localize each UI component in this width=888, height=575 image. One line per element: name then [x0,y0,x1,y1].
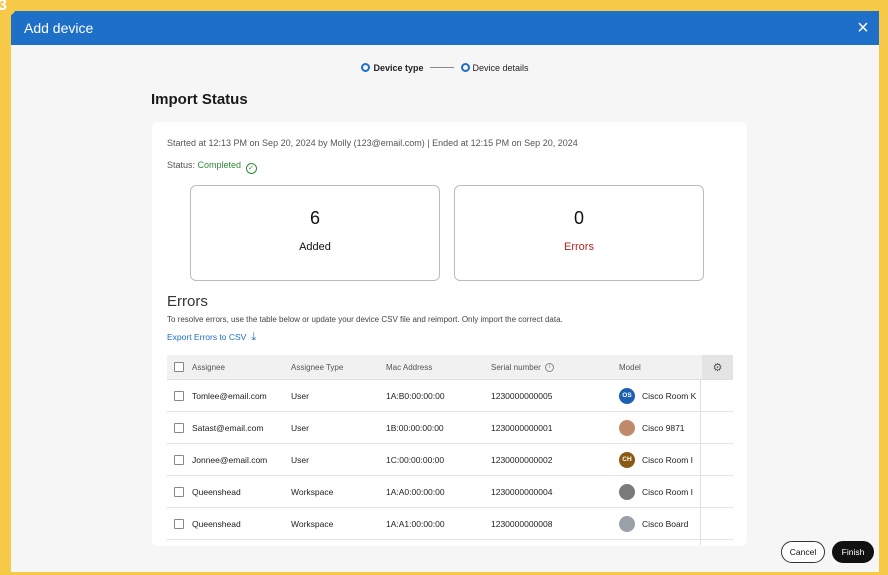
gear-icon[interactable]: ⚙ [702,355,733,379]
cell-model: Cisco Room I [619,476,702,507]
header-assignee-type[interactable]: Assignee Type [291,355,381,379]
table-row[interactable]: Jonnee@email.com User 1C:00:00:00:00 123000… [167,444,733,476]
step-dot-icon [361,63,371,72]
row-checkbox-cell [174,380,184,411]
header-assignee[interactable]: Assignee [192,355,292,379]
errors-count: 0 [573,208,584,228]
close-icon[interactable]: × [853,18,873,38]
cell-assignee-type: User [291,390,309,401]
cell-model: Cisco 9871 [619,412,702,443]
finish-button[interactable]: Finish [832,541,874,563]
cell-assignee: Queenshead [192,518,241,529]
cell-assignee-type: Workspace [291,518,334,529]
step-connector [430,67,454,68]
cell-mac-address: 1B:00:00:00:00 [386,422,444,433]
step-device-type: Device type [373,63,424,73]
cell-serial-number: 1230000000002 [491,454,553,465]
device-avatar [619,419,635,436]
add-device-dialog: Add device × Device type Device details … [11,11,879,572]
cell-assignee-type: Workspace [291,486,334,497]
cell-mac-address: 1C:00:00:00:00 [386,454,445,465]
cell-assignee: Satast@email.com [192,422,264,433]
device-avatar [619,483,635,500]
cell-mac-address: 1A:B0:00:00:00 [386,390,445,401]
table-row[interactable]: Satast@email.com User 1B:00:00:00:00 123000… [167,412,733,444]
check-circle-icon: ✓ [245,163,257,174]
added-stat-card: 6 Added [190,185,440,281]
cell-serial-number: 1230000000001 [491,422,553,433]
cancel-button[interactable]: Cancel [781,541,825,563]
cell-assignee: Queenshead [192,486,241,497]
added-label: Added [299,241,331,253]
device-avatar: CH [619,451,635,468]
header-model[interactable]: Model [619,355,702,379]
cell-model-label: Cisco Board [642,518,689,529]
errors-heading: Errors [167,293,208,310]
cell-mac-address: 1A:A1:00:00:00 [386,518,445,529]
cell-assignee-type: User [291,422,309,433]
cell-model-label: Cisco 9871 [642,422,685,433]
cell-model-label: Cisco Room I [642,486,694,497]
table-row[interactable]: Tomlee@email.com User 1A:B0:00:00:00 123000… [167,380,733,412]
info-icon: i [544,362,554,372]
export-errors-label: Export Errors to CSV [167,332,247,342]
cell-model: Cisco Board [619,508,702,539]
import-meta: Started at 12:13 PM on Sep 20, 2024 by M… [167,138,578,148]
stepper: Device type Device details [11,63,879,73]
status-label: Status: [167,160,196,170]
import-status: Status: Completed ✓ [167,160,257,174]
errors-label: Errors [564,241,594,253]
cell-model-label: Cisco Room I [642,454,694,465]
errors-description: To resolve errors, use the table below o… [167,315,563,324]
cell-mac-address: 1A:A0:00:00:00 [386,486,445,497]
cell-assignee: Tomlee@email.com [192,390,267,401]
row-checkbox-cell [174,444,184,475]
cell-model: CH Cisco Room I [619,444,702,475]
device-avatar: OS [619,387,635,404]
row-checkbox[interactable] [174,486,184,497]
cell-assignee: Jonnee@email.com [192,454,268,465]
import-status-card: Started at 12:13 PM on Sep 20, 2024 by M… [152,122,747,546]
table-row[interactable]: Queenshead Workspace 1A:A1:00:00:00 1230000… [167,508,733,540]
row-checkbox[interactable] [174,518,184,529]
row-checkbox-cell [174,476,184,507]
row-checkbox[interactable] [174,422,184,433]
step-dot-icon [460,63,470,72]
devices-table: Assignee Assignee Type Mac Address Seria… [167,355,733,545]
page-title: Import Status [151,91,248,108]
cell-serial-number: 1230000000004 [491,486,553,497]
cell-assignee-type: User [291,454,309,465]
dialog-titlebar: Add device × [11,11,879,45]
row-checkbox[interactable] [174,390,184,401]
status-value: Completed [197,160,242,170]
export-errors-link[interactable]: Export Errors to CSV ⤓ [167,331,256,344]
cell-serial-number: 1230000000008 [491,518,553,529]
select-all-cell [174,355,184,379]
row-checkbox[interactable] [174,454,184,465]
cell-model-label: Cisco Room K [642,390,697,401]
row-checkbox-cell [174,412,184,443]
table-header: Assignee Assignee Type Mac Address Seria… [167,355,733,380]
table-row[interactable]: Queenshead Workspace 1A:A0:00:00:00 1230000… [167,476,733,508]
device-avatar [619,515,635,532]
header-serial-number[interactable]: Serial number i [491,355,611,379]
download-icon: ⤓ [251,331,257,343]
step-device-details: Device details [472,63,529,73]
select-all-checkbox[interactable] [174,362,184,372]
cell-model: OS Cisco Room K [619,380,702,411]
added-count: 6 [309,208,320,228]
cell-serial-number: 1230000000005 [491,390,553,401]
header-mac-address[interactable]: Mac Address [386,355,486,379]
errors-stat-card: 0 Errors [454,185,704,281]
dialog-title: Add device [24,20,94,36]
row-checkbox-cell [174,508,184,539]
header-serial-label: Serial number [491,362,541,372]
